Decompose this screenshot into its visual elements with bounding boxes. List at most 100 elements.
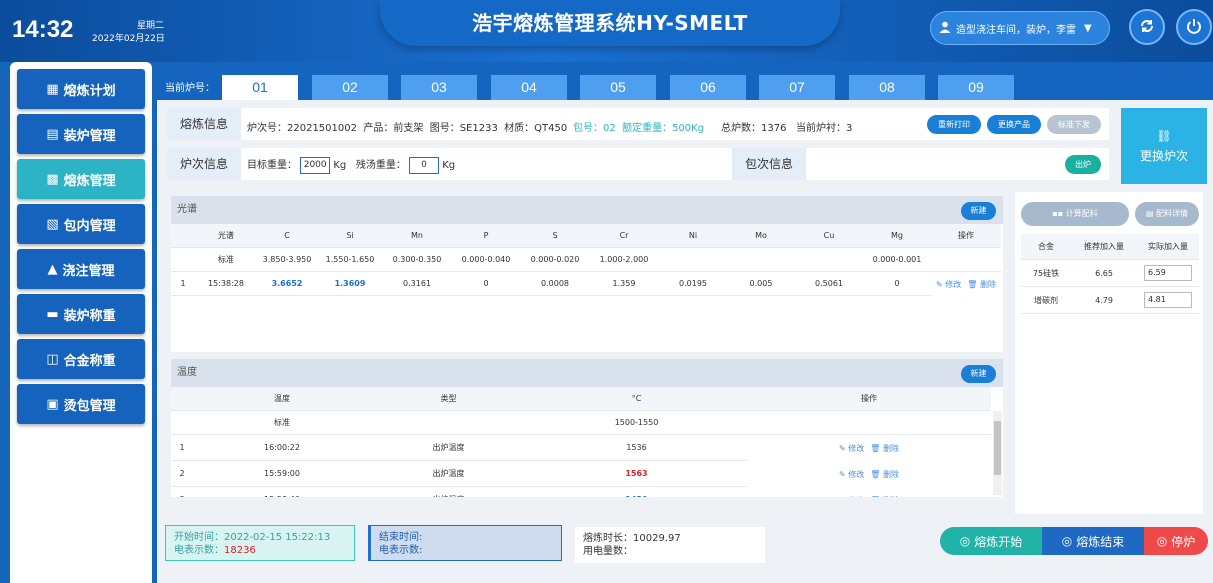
standard-row-index [171,248,195,272]
temperature-scrollbar[interactable] [993,411,1002,495]
table-header: Mn [383,224,451,248]
header-bar: 14:32 星期二 2022年02月22日 浩宇熔炼管理系统HY-SMELT 造… [0,0,1213,62]
batching-detail-button[interactable]: ▤ 配料详情 [1135,202,1199,226]
row-actions: ✎ 修改 🗑 删除 [747,487,991,498]
table-header: P [451,224,521,248]
smelt-start-button[interactable]: ◎ 熔炼开始 [940,527,1042,555]
temperature-type: 出炉温度 [371,487,526,497]
duration-box: 熔炼时长：10029.97 用电量数： [575,527,765,563]
cart-icon: ▬ [46,306,59,322]
temperature-delete-button[interactable]: 🗑 删除 [870,469,899,480]
tab-furnace-02[interactable]: 02 [312,75,388,100]
row-index: 1 [171,272,195,296]
standard-cell: 标准 [195,248,257,272]
alloy-actual-input[interactable]: 6.59 [1144,265,1192,281]
temperature-value: 1563 [526,461,747,487]
nav-charge-management[interactable]: ▤ 装炉管理 [17,114,145,154]
link-icon: ⛓ [1156,128,1172,143]
table-header: 合金 [1021,234,1071,260]
ladle-batch-label: 包次信息 [732,148,806,180]
nav-smelt-management[interactable]: ▩ 熔炼管理 [17,159,145,199]
spectrum-cell: 3.6652 [257,272,317,296]
sidebar: ▦ 熔炼计划 ▤ 装炉管理 ▩ 熔炼管理 ▧ 包内管理 ▲ 浇注管理 ▬ 装炉称重 ◫ 合金称… [10,62,152,583]
temperature-value: 1420 [526,487,747,497]
alloy-actual-cell: 6.59 [1137,260,1199,287]
standard-cell: 1.000-2.000 [589,248,659,272]
standard-cell: 1500-1550 [526,411,747,435]
temperature-edit-button[interactable]: ✎ 修改 [839,469,864,480]
main-area: 当前炉号： 01 02 03 04 05 06 07 08 09 熔炼信息 炉次… [157,62,1213,583]
duration: 10029.97 [633,533,681,544]
target-weight-input[interactable]: 2000 [300,156,331,174]
tab-furnace-04[interactable]: 04 [491,75,567,100]
document-icon: ▤ [1145,209,1157,218]
power-circle-icon: ◎ [1156,534,1168,548]
standard-cell: 标准 [193,411,371,435]
nav-ladle-management[interactable]: ▧ 包内管理 [17,204,145,244]
alloy-name: 增碳剂 [1021,287,1071,314]
stop-circle-icon: ◎ [1061,534,1073,548]
tab-furnace-05[interactable]: 05 [580,75,656,100]
temperature-edit-button[interactable]: ✎ 修改 [839,443,864,454]
nav-smelt-plan[interactable]: ▦ 熔炼计划 [17,69,145,109]
smelt-info-text: 炉次号：22021501002 产品：前支架 图号：SE1233 材质：QT45… [247,123,568,134]
end-info-box: 结束时间: 电表示数: [368,525,562,561]
grid-icon: ▩ [46,171,59,187]
nav-hot-ladle-management[interactable]: ▣ 烫包管理 [17,384,145,424]
nav-charge-weighing[interactable]: ▬ 装炉称重 [17,294,145,334]
smelt-info-label: 熔炼信息 [167,108,241,140]
user-dropdown[interactable]: 造型浇注车间，装炉，李雷 ▼ [930,11,1110,45]
spectrum-panel: 光谱 新建 光谱 C Si Mn P S Cr Ni Mo Cu Mg 操作 标准 3.850-3.950… [171,196,1003,352]
change-product-button[interactable]: 更换产品 [987,115,1041,134]
alloy-name: 75硅铁 [1021,260,1071,287]
stop-furnace-button[interactable]: ◎ 停炉 [1144,527,1208,555]
play-circle-icon: ◎ [959,534,971,548]
spectrum-edit-button[interactable]: ✎ 修改 [936,279,961,290]
temperature-new-button[interactable]: 新建 [961,365,996,383]
spectrum-cell: 0.5061 [795,272,863,296]
temperature-delete-button[interactable]: 🗑 删除 [870,495,899,498]
spectrum-delete-button[interactable]: 🗑 删除 [967,279,996,290]
row-actions: ✎ 修改 🗑 删除 [931,272,1001,296]
alloy-recommended: 6.65 [1071,260,1137,287]
standard-issue-button[interactable]: 标准下发 [1047,115,1101,134]
nav-pouring-management[interactable]: ▲ 浇注管理 [17,249,145,289]
temperature-type: 出炉温度 [371,461,526,487]
tab-furnace-08[interactable]: 08 [849,75,925,100]
refresh-icon [1139,18,1155,37]
document-icon: ▧ [46,216,59,232]
table-header: 光谱 [195,224,257,248]
smelt-end-button[interactable]: ◎ 熔炼结束 [1042,527,1144,555]
smelt-info-row: 熔炼信息 炉次号：22021501002 产品：前支架 图号：SE1233 材质… [167,108,1109,140]
refresh-button[interactable] [1129,9,1165,45]
tab-furnace-01[interactable]: 01 [222,75,298,100]
reprint-button[interactable]: 重新打印 [927,115,981,134]
temperature-delete-button[interactable]: 🗑 删除 [870,443,899,454]
alloy-actual-input[interactable]: 4.81 [1144,292,1192,308]
table-header: 推荐加入量 [1071,234,1137,260]
spectrum-cell: 0.005 [727,272,795,296]
temperature-type: 出炉温度 [371,435,526,461]
table-header: 操作 [931,224,1001,248]
residual-weight-input[interactable]: 0 [409,156,440,174]
change-furnace-button[interactable]: ⛓ 更换炉次 [1121,108,1207,184]
tap-button[interactable]: 出炉 [1065,155,1101,174]
power-button[interactable] [1176,9,1212,45]
alloy-recommended: 4.79 [1071,287,1137,314]
tab-furnace-07[interactable]: 07 [759,75,835,100]
power-usage-label: 用电量数： [583,546,633,557]
tab-furnace-03[interactable]: 03 [401,75,477,100]
table-header: Cr [589,224,659,248]
date: 2022年02月22日 [92,34,165,44]
tab-furnace-09[interactable]: 09 [938,75,1014,100]
temperature-edit-button[interactable]: ✎ 修改 [839,495,864,498]
calc-batching-button[interactable]: ▪▪ 计算配料 [1021,202,1129,226]
nav-alloy-weighing[interactable]: ◫ 合金称重 [17,339,145,379]
scale-icon: ◫ [46,351,59,367]
temperature-table: 温度 类型 °C 操作 标准 1500-1550 1 16:00:22 出炉温度 1536 ✎ 修改… [171,387,991,497]
standard-cell: 0.000-0.040 [451,248,521,272]
temperature-panel: 温度 新建 温度 类型 °C 操作 标准 1500-1550 1 16:00:22 出炉温度 15… [171,359,1003,497]
tab-furnace-06[interactable]: 06 [670,75,746,100]
spectrum-new-button[interactable]: 新建 [961,202,996,220]
standard-cell: 3.850-3.950 [257,248,317,272]
